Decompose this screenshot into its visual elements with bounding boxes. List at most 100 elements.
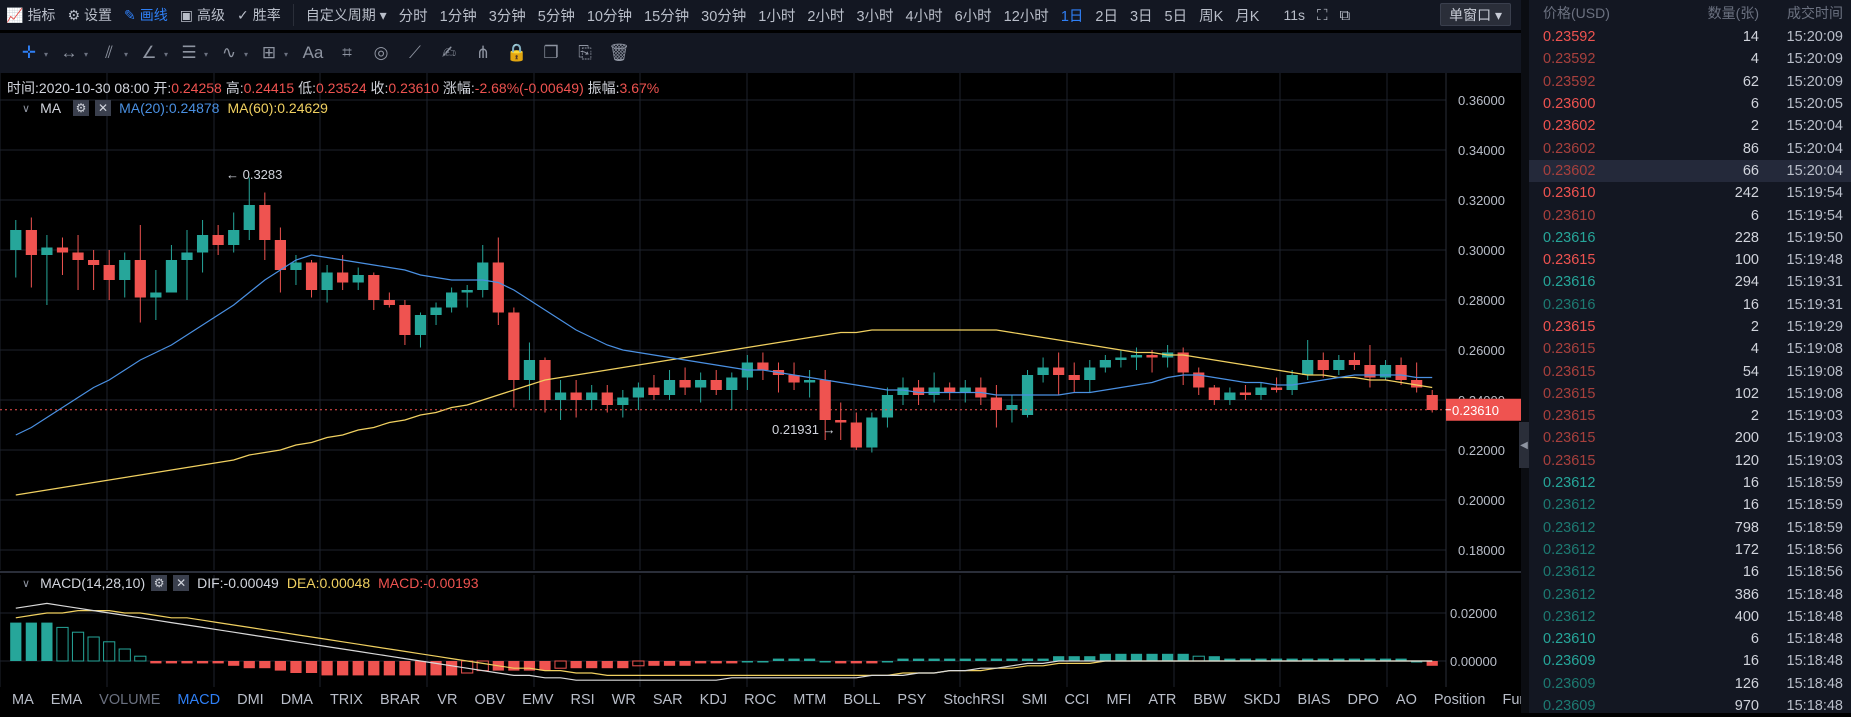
candle[interactable] <box>10 220 22 278</box>
candle[interactable] <box>274 227 286 293</box>
trade-row[interactable]: 0.23609 16 15:18:48 <box>1529 650 1851 672</box>
candle[interactable] <box>975 377 987 406</box>
indicator-volume[interactable]: VOLUME <box>99 692 160 708</box>
trade-row[interactable]: 0.23612 16 15:18:59 <box>1529 472 1851 494</box>
trade-row[interactable]: 0.23610 242 15:19:54 <box>1529 182 1851 204</box>
trade-row[interactable]: 0.23615 2 15:19:29 <box>1529 316 1851 338</box>
candle[interactable] <box>554 380 567 420</box>
candle[interactable] <box>150 270 162 320</box>
candle[interactable] <box>835 402 847 441</box>
trade-row[interactable]: 0.23602 66 15:20:04 <box>1529 159 1851 183</box>
indicator-dpo[interactable]: DPO <box>1348 692 1379 708</box>
candle[interactable] <box>25 217 37 288</box>
candle[interactable] <box>72 235 84 290</box>
candle[interactable] <box>56 237 69 276</box>
indicator-bias[interactable]: BIAS <box>1297 692 1330 708</box>
candle[interactable] <box>1364 345 1376 388</box>
period-17[interactable]: 周K <box>1193 5 1229 26</box>
fullscreen-icon[interactable]: ⛶ <box>1311 0 1334 30</box>
period-14[interactable]: 2日 <box>1089 5 1124 26</box>
trade-row[interactable]: 0.23615 102 15:19:08 <box>1529 383 1851 405</box>
period-0[interactable]: 分时 <box>393 5 434 26</box>
trade-row[interactable]: 0.23610 6 15:19:54 <box>1529 204 1851 226</box>
wave-icon[interactable]: ∿ ▾ <box>212 38 248 68</box>
trade-row[interactable]: 0.23602 2 15:20:04 <box>1529 115 1851 137</box>
candle[interactable] <box>1333 355 1345 375</box>
candle[interactable] <box>539 357 551 413</box>
candle[interactable] <box>1177 347 1189 386</box>
pattern-icon[interactable]: ⋔ <box>466 38 500 68</box>
candle[interactable] <box>492 237 504 326</box>
candle[interactable] <box>1037 357 1049 383</box>
toolbar-item-2[interactable]: ✎ 画线 <box>118 0 174 30</box>
candle[interactable] <box>1115 350 1127 368</box>
popout-icon[interactable]: ⧉ <box>1334 0 1357 30</box>
lock-icon[interactable]: 🔒 <box>500 38 534 68</box>
trade-row[interactable]: 0.23612 400 15:18:48 <box>1529 606 1851 628</box>
indicator-smi[interactable]: SMI <box>1022 692 1048 708</box>
candle[interactable] <box>477 245 489 298</box>
period-16[interactable]: 5日 <box>1159 5 1194 26</box>
trade-row[interactable]: 0.23615 100 15:19:48 <box>1529 249 1851 271</box>
chevron-down-icon[interactable]: ▾ <box>244 50 248 59</box>
candle[interactable] <box>570 380 582 418</box>
toolbar-item-0[interactable]: 📈 指标 <box>0 0 61 30</box>
brush-icon[interactable]: ✍ <box>432 38 466 68</box>
candle[interactable] <box>508 307 520 408</box>
trade-row[interactable]: 0.23592 62 15:20:09 <box>1529 71 1851 93</box>
period-12[interactable]: 12小时 <box>998 5 1055 26</box>
candle[interactable] <box>1021 370 1034 418</box>
period-4[interactable]: 10分钟 <box>581 5 638 26</box>
candle[interactable] <box>804 370 816 398</box>
candlestick-chart[interactable]: ← 0.3283 0.21931 → 0.36000 0.34000 0.32000 0.… <box>0 73 1521 687</box>
indicator-vr[interactable]: VR <box>437 692 457 708</box>
toolbar-item-4[interactable]: ✓ 胜率 <box>231 0 287 30</box>
indicator-atr[interactable]: ATR <box>1148 692 1176 708</box>
period-10[interactable]: 4小时 <box>900 5 949 26</box>
ruler-icon[interactable]: ⟋ <box>398 38 432 68</box>
candle[interactable] <box>1162 345 1174 368</box>
trade-row[interactable]: 0.23615 2 15:19:03 <box>1529 405 1851 427</box>
trade-row[interactable]: 0.23616 228 15:19:50 <box>1529 227 1851 249</box>
gann-icon[interactable]: ⌗ <box>330 38 364 68</box>
indicator-brar[interactable]: BRAR <box>380 692 420 708</box>
candle[interactable] <box>959 380 971 403</box>
candle[interactable] <box>1379 360 1392 380</box>
indicator-mfi[interactable]: MFI <box>1106 692 1131 708</box>
panel-divider[interactable] <box>1521 0 1529 713</box>
candle[interactable] <box>383 292 395 308</box>
trade-row[interactable]: 0.23616 294 15:19:31 <box>1529 271 1851 293</box>
indicator-trix[interactable]: TRIX <box>330 692 363 708</box>
candle[interactable] <box>1348 352 1360 371</box>
trade-row[interactable]: 0.23612 172 15:18:56 <box>1529 539 1851 561</box>
trash-icon[interactable]: 🗑 <box>602 38 636 68</box>
chevron-down-icon[interactable]: ▾ <box>164 50 168 59</box>
ma-settings-icon[interactable]: ⚙ <box>73 100 90 116</box>
candle[interactable] <box>663 370 676 400</box>
chevron-down-icon[interactable]: ▾ <box>44 50 48 59</box>
indicator-dma[interactable]: DMA <box>281 692 313 708</box>
indicator-macd[interactable]: MACD <box>177 692 220 708</box>
candle[interactable] <box>103 250 115 300</box>
chevron-down-icon[interactable]: ▾ <box>124 50 128 59</box>
trade-row[interactable]: 0.23609 970 15:18:48 <box>1529 695 1851 717</box>
candle[interactable] <box>866 412 878 453</box>
period-1[interactable]: 1分钟 <box>434 5 483 26</box>
window-mode-dropdown[interactable]: 单窗口 ▾ <box>1440 3 1511 26</box>
candle[interactable] <box>726 372 738 411</box>
candle[interactable] <box>1053 352 1065 396</box>
ma-close-icon[interactable]: ✕ <box>95 100 112 116</box>
candle[interactable] <box>165 245 178 293</box>
trade-row[interactable]: 0.23612 798 15:18:59 <box>1529 517 1851 539</box>
trend-line-icon[interactable]: ⫽ ▾ <box>92 38 128 68</box>
indicator-ao[interactable]: AO <box>1396 692 1417 708</box>
trade-row[interactable]: 0.23602 86 15:20:04 <box>1529 137 1851 159</box>
candle[interactable] <box>632 382 644 411</box>
period-8[interactable]: 2小时 <box>801 5 850 26</box>
candle[interactable] <box>741 355 753 390</box>
screenshot-icon[interactable]: ⎘ <box>568 38 602 68</box>
candle[interactable] <box>1255 382 1267 401</box>
trade-row[interactable]: 0.23615 200 15:19:03 <box>1529 427 1851 449</box>
candle[interactable] <box>1239 385 1252 400</box>
trade-row[interactable]: 0.23615 4 15:19:08 <box>1529 338 1851 360</box>
